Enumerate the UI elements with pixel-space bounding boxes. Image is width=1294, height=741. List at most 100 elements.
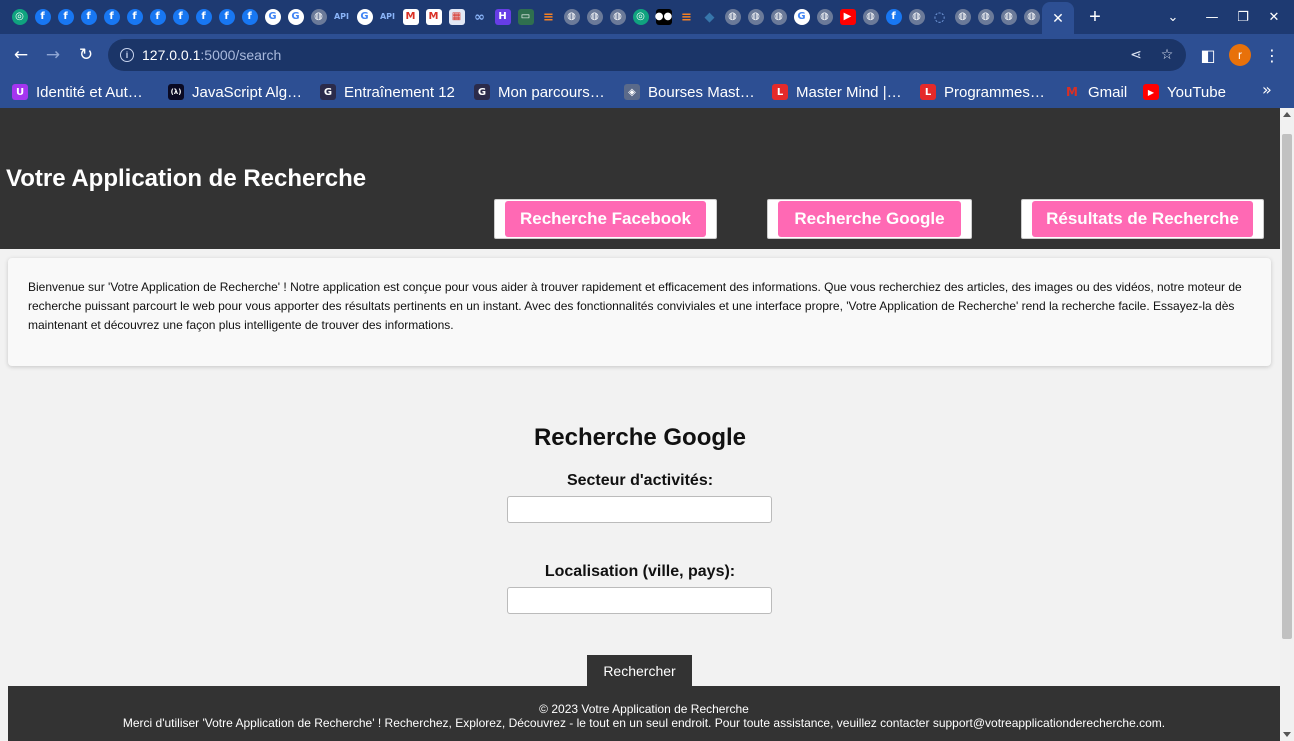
tab-35[interactable]: ◍ — [813, 6, 836, 28]
tab-16[interactable]: API — [376, 6, 399, 28]
bookmark-item[interactable]: (λ) JavaScript Alg… — [168, 81, 302, 103]
tab-13[interactable]: ◍ — [307, 6, 330, 28]
url-text[interactable]: 127.0.0.1:5000/search — [142, 47, 281, 63]
tab-24[interactable]: ◍ — [560, 6, 583, 28]
tab-18[interactable]: M — [422, 6, 445, 28]
tab-21[interactable]: H — [491, 6, 514, 28]
tab-31[interactable]: ◍ — [721, 6, 744, 28]
tab-28[interactable]: ●● — [652, 6, 675, 28]
tab-36[interactable]: ▶ — [836, 6, 859, 28]
more-bookmarks-icon[interactable]: » — [1262, 80, 1272, 99]
tab-39[interactable]: ◍ — [905, 6, 928, 28]
back-button[interactable]: ← — [8, 43, 34, 67]
location-input[interactable] — [507, 587, 772, 614]
tab-32[interactable]: ◍ — [744, 6, 767, 28]
bookmark-item[interactable]: U Identité et Aut… — [12, 81, 143, 103]
tab-11[interactable]: G — [261, 6, 284, 28]
tag-icon: ◈ — [624, 84, 640, 100]
google-icon: G — [793, 9, 810, 25]
bookmark-item[interactable]: M Gmail — [1064, 81, 1127, 103]
site-info-icon[interactable]: i — [120, 48, 134, 62]
globe-icon: ◍ — [310, 9, 327, 25]
tab-9[interactable]: f — [215, 6, 238, 28]
bookmark-label: Gmail — [1088, 83, 1128, 101]
tab-7[interactable]: f — [169, 6, 192, 28]
bookmark-star-icon[interactable]: ☆ — [1158, 46, 1176, 64]
forward-button[interactable]: → — [40, 43, 66, 67]
tab-38[interactable]: f — [882, 6, 905, 28]
bookmark-item[interactable]: ▶ YouTube — [1143, 81, 1226, 103]
chatgpt-icon: ◎ — [11, 9, 28, 25]
bookmark-item[interactable]: ◈ Bourses Mast… — [624, 81, 755, 103]
profile-avatar[interactable]: r — [1229, 44, 1251, 66]
close-tab-icon[interactable]: ✕ — [1052, 10, 1064, 27]
restore-button[interactable]: ❐ — [1231, 6, 1255, 28]
sector-input[interactable] — [507, 496, 772, 523]
tab-40[interactable]: ◌ — [928, 6, 951, 28]
tab-33[interactable]: ◍ — [767, 6, 790, 28]
tab-25[interactable]: ◍ — [583, 6, 606, 28]
tab-0[interactable]: ◎ — [8, 6, 31, 28]
bookmark-item[interactable]: L Programmes… — [920, 81, 1045, 103]
tab-17[interactable]: M — [399, 6, 422, 28]
tab-10[interactable]: f — [238, 6, 261, 28]
bookmark-item[interactable]: G Entraînement 12 — [320, 81, 455, 103]
site-footer: © 2023 Votre Application de Recherche Me… — [8, 686, 1280, 741]
footer-message: Merci d'utiliser 'Votre Application de R… — [122, 716, 1166, 730]
nav-item-results: Résultats de Recherche — [1021, 199, 1264, 239]
globe-icon: ◍ — [977, 9, 994, 25]
address-bar[interactable]: i 127.0.0.1:5000/search ⋖ ☆ — [108, 39, 1186, 71]
tab-6[interactable]: f — [146, 6, 169, 28]
active-tab[interactable]: ✕ — [1042, 2, 1074, 34]
tab-44[interactable]: ◍ — [1020, 6, 1043, 28]
tab-26[interactable]: ◍ — [606, 6, 629, 28]
minimize-button[interactable]: — — [1200, 6, 1224, 28]
tab-42[interactable]: ◍ — [974, 6, 997, 28]
nav-link-search-results[interactable]: Résultats de Recherche — [1032, 201, 1253, 237]
tab-5[interactable]: f — [123, 6, 146, 28]
tab-3[interactable]: f — [77, 6, 100, 28]
tab-1[interactable]: f — [31, 6, 54, 28]
calendar-icon: ▦ — [448, 9, 465, 25]
scroll-thumb[interactable] — [1282, 134, 1292, 639]
facebook-icon: f — [885, 9, 902, 25]
tab-22[interactable]: ▭ — [514, 6, 537, 28]
url-path: :5000/search — [200, 47, 282, 63]
search-submit-button[interactable]: Rechercher — [587, 655, 692, 687]
lu-icon: L — [920, 84, 936, 100]
tab-4[interactable]: f — [100, 6, 123, 28]
tab-2[interactable]: f — [54, 6, 77, 28]
menu-icon[interactable]: ⋮ — [1260, 43, 1284, 67]
share-icon[interactable]: ⋖ — [1127, 46, 1145, 64]
tab-30[interactable]: ◆ — [698, 6, 721, 28]
tab-8[interactable]: f — [192, 6, 215, 28]
tab-37[interactable]: ◍ — [859, 6, 882, 28]
new-tab-button[interactable]: + — [1082, 5, 1108, 29]
bookmark-label: JavaScript Alg… — [192, 83, 303, 101]
tab-29[interactable]: ≡ — [675, 6, 698, 28]
scroll-up-icon[interactable] — [1283, 112, 1291, 117]
tab-19[interactable]: ▦ — [445, 6, 468, 28]
tab-23[interactable]: ≡ — [537, 6, 560, 28]
tab-search-icon[interactable]: ⌄ — [1161, 6, 1185, 28]
nav-link-facebook-search[interactable]: Recherche Facebook — [505, 201, 706, 237]
side-panel-icon[interactable]: ◧ — [1196, 43, 1220, 67]
bookmark-item[interactable]: L Master Mind |… — [772, 81, 902, 103]
reload-button[interactable]: ↻ — [73, 43, 99, 67]
tab-41[interactable]: ◍ — [951, 6, 974, 28]
page-scrollbar[interactable] — [1280, 108, 1294, 741]
tab-15[interactable]: G — [353, 6, 376, 28]
loading-icon: ◌ — [931, 9, 948, 25]
bookmark-item[interactable]: G Mon parcours… — [474, 81, 605, 103]
tab-12[interactable]: G — [284, 6, 307, 28]
freecodecamp-icon: (λ) — [168, 84, 184, 100]
nav-link-google-search[interactable]: Recherche Google — [778, 201, 961, 237]
globe-icon: ◍ — [724, 9, 741, 25]
tab-43[interactable]: ◍ — [997, 6, 1020, 28]
tab-14[interactable]: API — [330, 6, 353, 28]
scroll-down-icon[interactable] — [1283, 732, 1291, 737]
tab-34[interactable]: G — [790, 6, 813, 28]
tab-20[interactable]: ∞ — [468, 6, 491, 28]
tab-27[interactable]: ◎ — [629, 6, 652, 28]
close-window-button[interactable]: ✕ — [1262, 6, 1286, 28]
